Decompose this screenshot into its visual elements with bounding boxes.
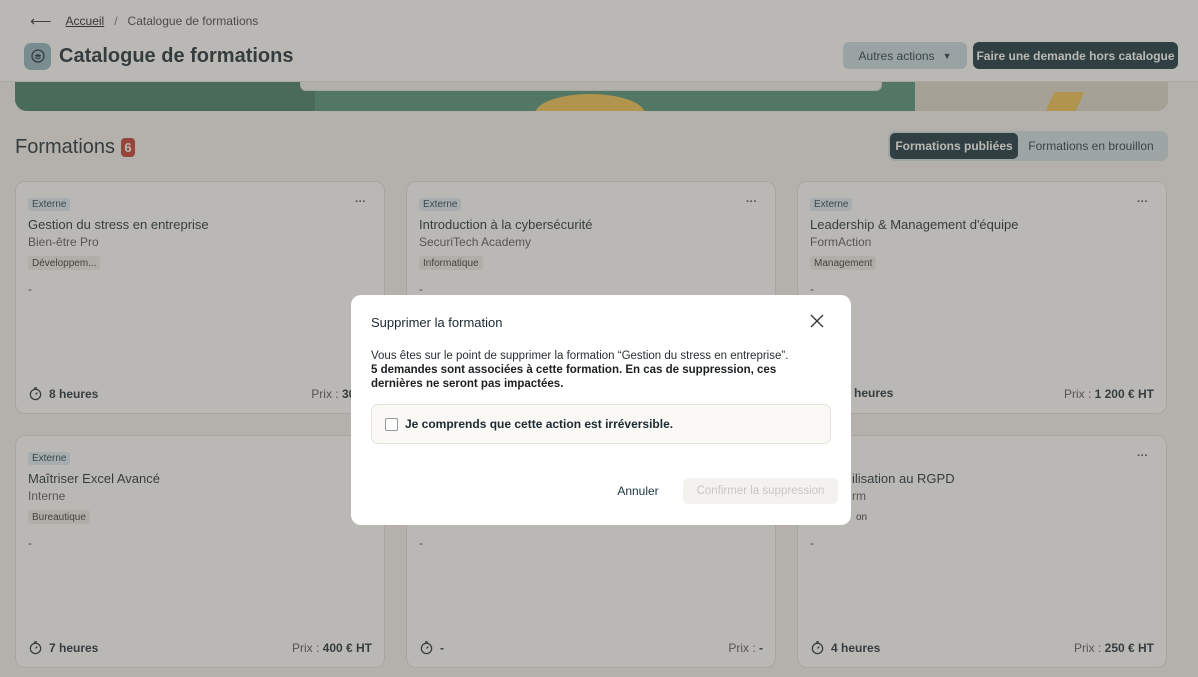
dialog-warning-text: 5 demandes sont associées à cette format… (371, 364, 777, 390)
irreversible-confirmation[interactable]: Je comprends que cette action est irréve… (371, 404, 831, 444)
close-icon[interactable] (809, 313, 825, 329)
confirm-delete-button[interactable]: Confirmer la suppression (683, 478, 838, 504)
dialog-message: Vous êtes sur le point de supprimer la f… (371, 349, 831, 391)
dialog-message-text: Vous êtes sur le point de supprimer la f… (371, 350, 789, 362)
delete-training-dialog: Supprimer la formation Vous êtes sur le … (351, 295, 851, 525)
irreversible-checkbox[interactable] (385, 417, 398, 431)
cancel-button[interactable]: Annuler (613, 481, 663, 501)
checkbox-label[interactable]: Je comprends que cette action est irréve… (405, 417, 673, 431)
dialog-title: Supprimer la formation (371, 315, 503, 330)
catalogue-page: ⟵ Accueil / Catalogue de formations Cata… (0, 0, 1198, 677)
